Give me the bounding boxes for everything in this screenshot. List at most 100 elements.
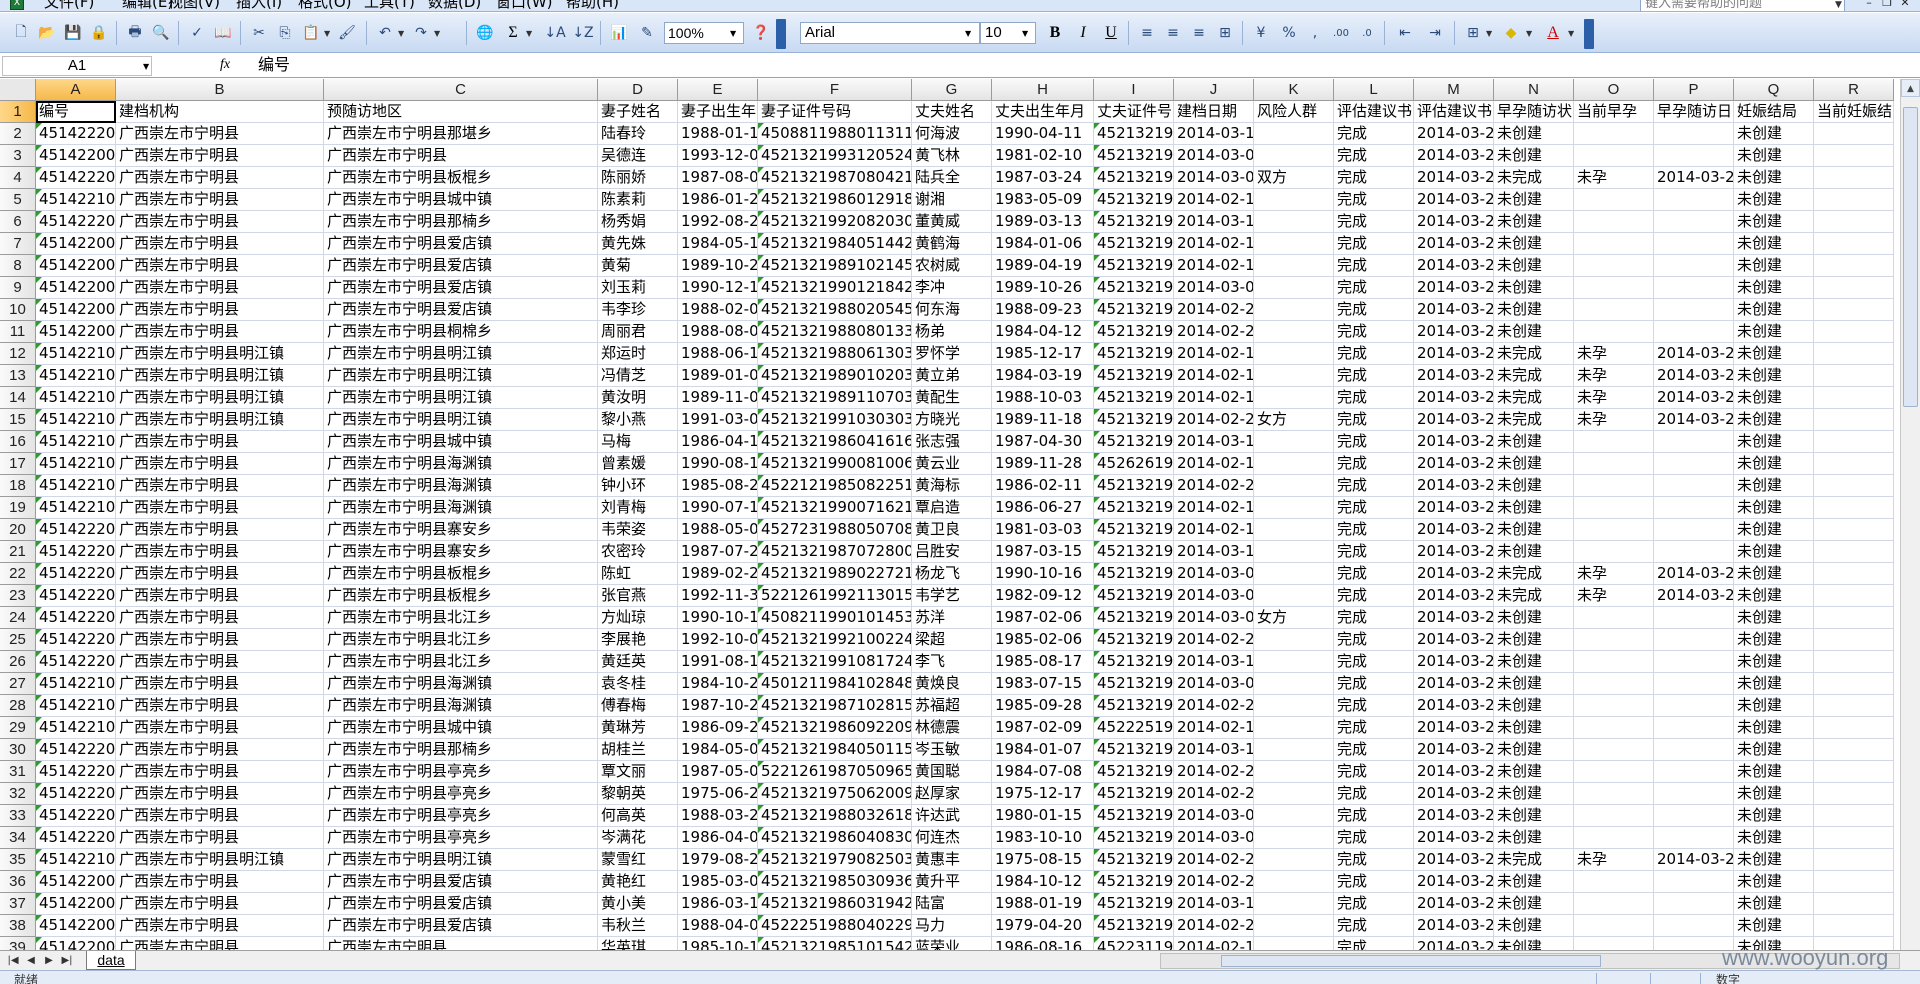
table-cell[interactable]: 45221219850822514 xyxy=(758,475,912,497)
table-cell[interactable]: 451422205 xyxy=(36,563,116,585)
table-cell[interactable]: 未创建 xyxy=(1734,893,1814,915)
table-cell[interactable]: 1988-01-1 xyxy=(678,123,758,145)
table-cell[interactable]: 45222519880402292 xyxy=(758,915,912,937)
font-color-icon[interactable]: A xyxy=(1542,22,1564,44)
table-cell[interactable]: 451422103 xyxy=(36,453,116,475)
table-cell[interactable]: 1989-10-26 xyxy=(992,277,1094,299)
table-cell[interactable]: 1990-04-11 xyxy=(992,123,1094,145)
menu-help[interactable]: 帮助(H) xyxy=(566,0,619,10)
table-cell[interactable] xyxy=(1814,431,1894,453)
table-cell[interactable]: 完成 xyxy=(1334,387,1414,409)
fill-color-icon[interactable]: ◆ xyxy=(1500,22,1522,44)
table-cell[interactable] xyxy=(1574,123,1654,145)
table-cell[interactable]: 1980-01-15 xyxy=(992,805,1094,827)
table-cell[interactable]: 广西崇左市宁明县 xyxy=(116,937,324,950)
table-cell[interactable]: 杨弟 xyxy=(912,321,992,343)
table-cell[interactable] xyxy=(1814,211,1894,233)
table-cell[interactable]: 1986-04-0 xyxy=(678,827,758,849)
table-cell[interactable]: 451422201 xyxy=(36,827,116,849)
table-cell[interactable]: 完成 xyxy=(1334,893,1414,915)
table-cell[interactable] xyxy=(1654,299,1734,321)
table-cell[interactable]: 451422000 xyxy=(36,321,116,343)
table-cell[interactable]: 4521321980 xyxy=(1094,805,1174,827)
table-cell[interactable]: 1985-03-0 xyxy=(678,871,758,893)
table-cell[interactable]: 岑满花 xyxy=(598,827,678,849)
table-cell[interactable]: 45082119901014532 xyxy=(758,607,912,629)
table-cell[interactable]: 4521321987 xyxy=(1094,167,1174,189)
table-cell[interactable] xyxy=(1254,805,1334,827)
table-cell[interactable]: 陆富 xyxy=(912,893,992,915)
table-cell[interactable]: 马力 xyxy=(912,915,992,937)
table-cell[interactable]: 45213219891107038 xyxy=(758,387,912,409)
table-cell[interactable]: 2014-03-2 xyxy=(1414,915,1494,937)
table-cell[interactable]: 4521321984 xyxy=(1094,761,1174,783)
table-cell[interactable]: 未创建 xyxy=(1494,541,1574,563)
header-cell[interactable]: 丈夫证件号 xyxy=(1094,101,1174,123)
row-header-4[interactable]: 4 xyxy=(0,167,36,189)
table-cell[interactable]: 4521321984 xyxy=(1094,739,1174,761)
table-cell[interactable]: 2014-03-2 xyxy=(1414,189,1494,211)
table-cell[interactable]: 未创建 xyxy=(1734,343,1814,365)
table-cell[interactable]: 1988-06-1 xyxy=(678,343,758,365)
table-cell[interactable]: 1985-12-17 xyxy=(992,343,1094,365)
table-cell[interactable]: 1989-02-2 xyxy=(678,563,758,585)
table-cell[interactable]: 2014-03-2 xyxy=(1414,321,1494,343)
insert-function-icon[interactable]: fx xyxy=(220,57,230,73)
table-cell[interactable]: 广西崇左市宁明县 xyxy=(116,783,324,805)
table-cell[interactable]: 完成 xyxy=(1334,167,1414,189)
restore-icon[interactable]: ❐ xyxy=(1880,0,1894,9)
table-cell[interactable]: 4521321986 xyxy=(1094,497,1174,519)
row-header-31[interactable]: 31 xyxy=(0,761,36,783)
table-cell[interactable]: 广西崇左市宁明县 xyxy=(116,827,324,849)
column-header-n[interactable]: N xyxy=(1494,79,1574,101)
table-cell[interactable]: 1987-03-15 xyxy=(992,541,1094,563)
table-cell[interactable]: 未完成 xyxy=(1494,409,1574,431)
table-cell[interactable] xyxy=(1654,695,1734,717)
table-cell[interactable]: 广西崇左市宁明县 xyxy=(116,805,324,827)
table-cell[interactable] xyxy=(1814,651,1894,673)
merge-center-icon[interactable]: ⊞ xyxy=(1214,22,1236,44)
table-cell[interactable]: 吴德连 xyxy=(598,145,678,167)
column-header-b[interactable]: B xyxy=(116,79,324,101)
percent-icon[interactable]: % xyxy=(1278,22,1300,44)
table-cell[interactable]: 4521321989 xyxy=(1094,255,1174,277)
row-header-35[interactable]: 35 xyxy=(0,849,36,871)
row-header-23[interactable]: 23 xyxy=(0,585,36,607)
table-cell[interactable]: 未创建 xyxy=(1494,453,1574,475)
row-header-28[interactable]: 28 xyxy=(0,695,36,717)
table-cell[interactable] xyxy=(1654,233,1734,255)
table-cell[interactable] xyxy=(1814,497,1894,519)
table-cell[interactable]: 2014-03-0 xyxy=(1174,277,1254,299)
table-cell[interactable]: 未创建 xyxy=(1494,255,1574,277)
paste-dropdown-icon[interactable]: ▼ xyxy=(324,29,330,38)
table-cell[interactable]: 2014-03-2 xyxy=(1414,739,1494,761)
table-cell[interactable]: 广西崇左市宁明县 xyxy=(324,145,598,167)
table-cell[interactable] xyxy=(1574,717,1654,739)
drawing-icon[interactable]: ✎ xyxy=(636,22,658,44)
table-cell[interactable]: 完成 xyxy=(1334,739,1414,761)
table-cell[interactable] xyxy=(1654,519,1734,541)
table-cell[interactable]: 451422103 xyxy=(36,497,116,519)
table-cell[interactable]: 2014-02-1 xyxy=(1174,255,1254,277)
new-icon[interactable]: 🗋 xyxy=(10,22,32,44)
table-cell[interactable]: 广西崇左市宁明县爱店镇 xyxy=(324,233,598,255)
table-cell[interactable]: 未孕 xyxy=(1574,849,1654,871)
table-cell[interactable] xyxy=(1254,849,1334,871)
table-cell[interactable] xyxy=(1574,321,1654,343)
table-cell[interactable]: 广西崇左市宁明县板棍乡 xyxy=(324,585,598,607)
table-cell[interactable]: 451422206 xyxy=(36,651,116,673)
table-cell[interactable]: 4521321989 xyxy=(1094,277,1174,299)
table-cell[interactable]: 韦李珍 xyxy=(598,299,678,321)
table-cell[interactable]: 未创建 xyxy=(1494,827,1574,849)
header-cell[interactable]: 预随访地区 xyxy=(324,101,598,123)
table-cell[interactable]: 岑玉敏 xyxy=(912,739,992,761)
menu-format[interactable]: 格式(O) xyxy=(298,0,352,10)
table-cell[interactable]: 未创建 xyxy=(1494,761,1574,783)
table-cell[interactable]: 未创建 xyxy=(1734,123,1814,145)
table-cell[interactable] xyxy=(1574,607,1654,629)
table-cell[interactable]: 未完成 xyxy=(1494,387,1574,409)
toolbar-options-icon[interactable] xyxy=(776,19,786,49)
table-cell[interactable]: 1989-11-0 xyxy=(678,387,758,409)
sort-descending-icon[interactable]: ↓Z xyxy=(572,22,594,44)
table-cell[interactable]: 未创建 xyxy=(1734,409,1814,431)
